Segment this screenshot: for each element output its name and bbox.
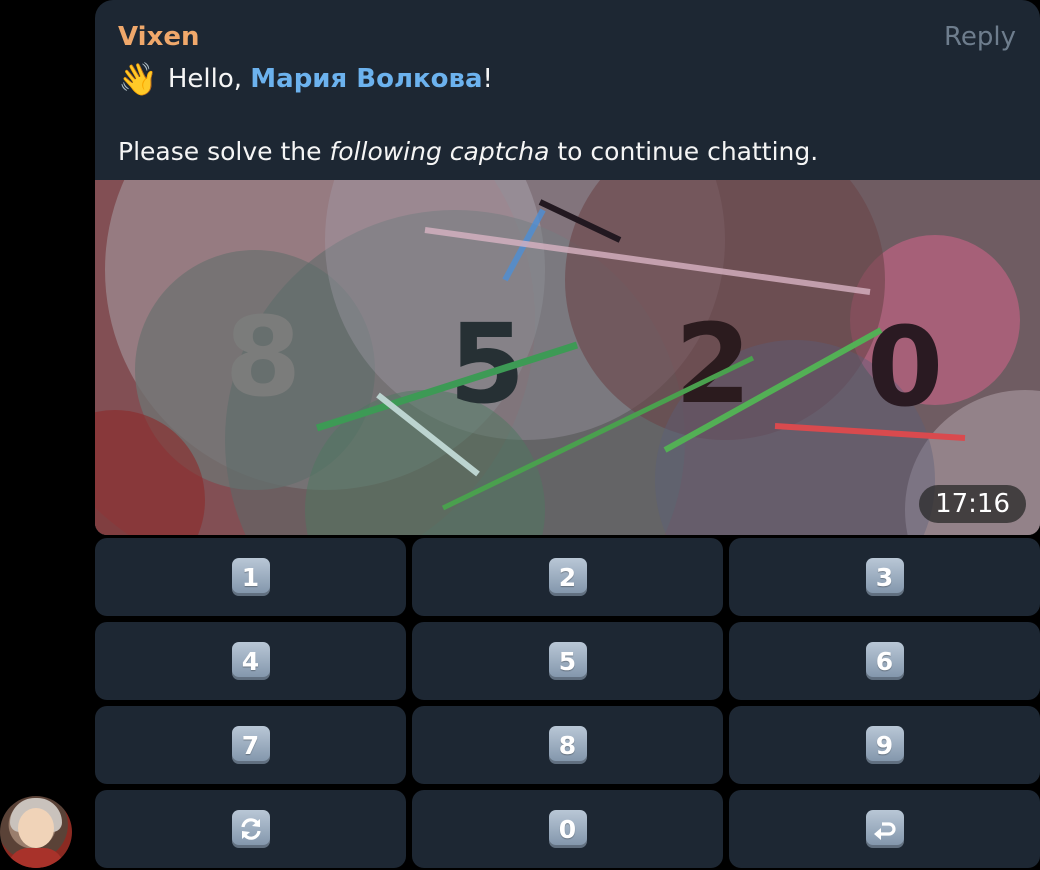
message-timestamp: 17:16	[919, 485, 1026, 523]
sender-name[interactable]: Vixen	[118, 22, 200, 52]
key-7-button[interactable]: 7	[95, 706, 406, 784]
greeting-suffix: !	[482, 64, 493, 94]
captcha-digit: 8	[225, 293, 302, 421]
sender-avatar[interactable]	[0, 796, 72, 868]
captcha-image[interactable]: 8 5 2 0 17:16	[95, 180, 1040, 535]
key-2-button[interactable]: 2	[412, 538, 723, 616]
key-3-button[interactable]: 3	[729, 538, 1040, 616]
user-mention[interactable]: Мария Волкова	[250, 64, 482, 94]
greeting-text: Hello,	[167, 64, 251, 94]
message-bubble: Vixen Reply 👋 Hello, Мария Волкова! Plea…	[95, 0, 1040, 535]
waving-hand-icon: 👋	[118, 60, 158, 98]
greeting-line: 👋 Hello, Мария Волкова!	[118, 60, 493, 98]
captcha-digit: 0	[867, 303, 944, 431]
instruction-text: Please solve the following captcha to co…	[118, 137, 819, 166]
key-0-button[interactable]: 0	[412, 790, 723, 868]
captcha-keypad: 1 2 3 4 5 6 7 8 9 0	[95, 538, 1040, 870]
key-1-button[interactable]: 1	[95, 538, 406, 616]
key-9-button[interactable]: 9	[729, 706, 1040, 784]
key-8-button[interactable]: 8	[412, 706, 723, 784]
reply-button[interactable]: Reply	[944, 22, 1016, 52]
key-6-button[interactable]: 6	[729, 622, 1040, 700]
refresh-icon	[231, 810, 270, 848]
captcha-graphic: 8 5 2 0	[95, 180, 1040, 535]
instruction-italic: following captcha	[329, 137, 550, 166]
refresh-captcha-button[interactable]	[95, 790, 406, 868]
backspace-button[interactable]	[729, 790, 1040, 868]
key-4-button[interactable]: 4	[95, 622, 406, 700]
key-5-button[interactable]: 5	[412, 622, 723, 700]
backspace-return-icon	[865, 810, 904, 848]
